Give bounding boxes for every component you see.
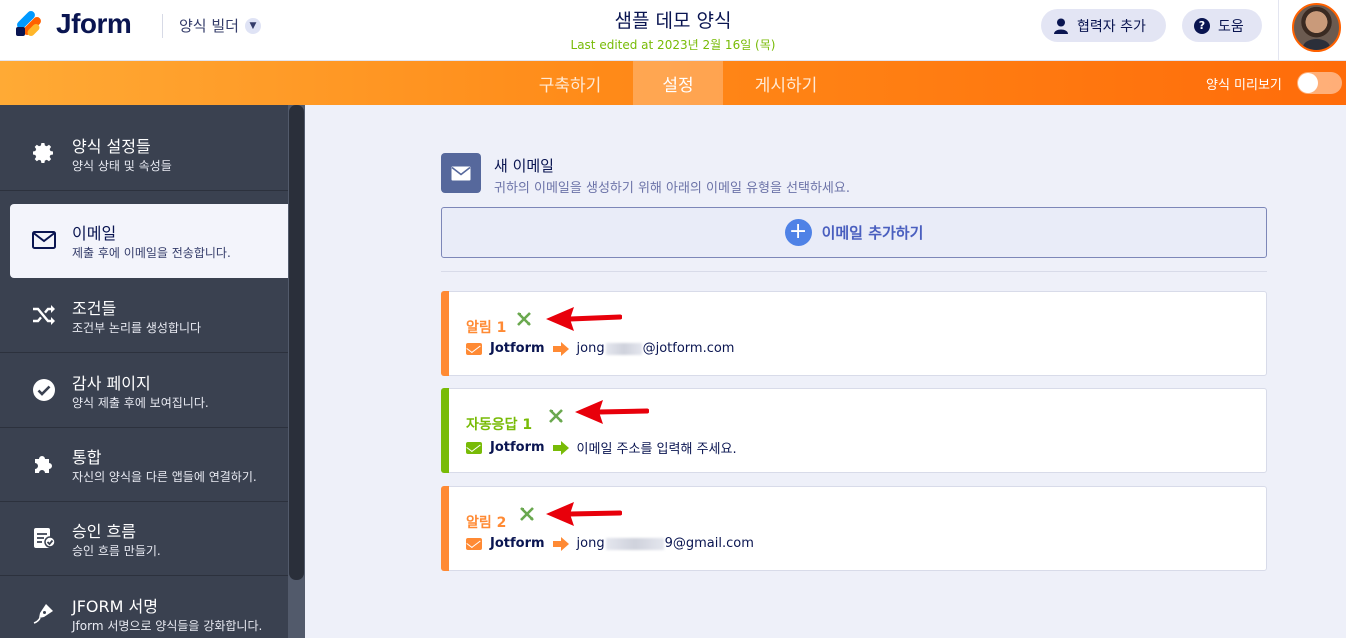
tools-icon[interactable] bbox=[549, 409, 563, 423]
add-email-label: 이메일 추가하기 bbox=[821, 224, 924, 242]
envelope-icon bbox=[466, 342, 482, 355]
plus-circle-icon: + bbox=[784, 219, 812, 246]
sidebar-scrollbar-thumb[interactable] bbox=[289, 105, 304, 580]
gear-icon bbox=[32, 141, 56, 165]
email-to: jong 9@gmail.com bbox=[576, 536, 754, 551]
help-label: 도움 bbox=[1218, 18, 1244, 35]
card-accent-bar bbox=[441, 388, 449, 473]
card-accent-bar bbox=[441, 486, 449, 571]
header-divider bbox=[1278, 0, 1279, 61]
envelope-icon bbox=[32, 228, 56, 252]
new-email-title: 새 이메일 bbox=[494, 157, 554, 175]
sidebar-item-subtitle: 양식 상태 및 속성들 bbox=[72, 159, 172, 173]
sidebar-item-title: 양식 설정들 bbox=[72, 137, 151, 156]
form-preview-label: 양식 미리보기 bbox=[1206, 78, 1282, 93]
sidebar-item-integrations[interactable]: 통합 자신의 양식을 다른 앱들에 연결하기. bbox=[0, 428, 288, 502]
arrow-right-icon bbox=[552, 341, 569, 356]
email-route-row: Jotform jong @jotform.com bbox=[466, 341, 734, 356]
sidebar-item-thank-you-page[interactable]: 감사 페이지 양식 제출 후에 보여집니다. bbox=[0, 354, 288, 428]
sidebar-item-jform-sign[interactable]: JFORM 서명 Jform 서명으로 양식들을 강화합니다. bbox=[0, 577, 288, 638]
user-avatar[interactable] bbox=[1292, 3, 1341, 52]
sidebar-item-title: 감사 페이지 bbox=[72, 374, 151, 393]
sidebar-item-conditions[interactable]: 조건들 조건부 논리를 생성합니다 bbox=[0, 279, 288, 353]
user-icon bbox=[1053, 18, 1069, 34]
sidebar-item-title: 조건들 bbox=[72, 299, 117, 318]
shuffle-icon bbox=[32, 303, 56, 327]
tools-icon[interactable] bbox=[517, 312, 531, 326]
new-email-description: 귀하의 이메일을 생성하기 위해 아래의 이메일 유형을 선택하세요. bbox=[494, 181, 850, 196]
email-to-placeholder: 이메일 주소를 입력해 주세요. bbox=[576, 442, 737, 457]
envelope-icon bbox=[466, 537, 482, 550]
arrow-right-icon bbox=[552, 440, 569, 455]
tools-icon[interactable] bbox=[520, 507, 534, 521]
tab-publish[interactable]: 게시하기 bbox=[736, 61, 836, 105]
sidebar-item-title: 통합 bbox=[72, 448, 102, 467]
sidebar-item-title: 이메일 bbox=[72, 224, 117, 243]
sidebar-item-title: JFORM 서명 bbox=[72, 597, 158, 616]
sidebar-item-subtitle: Jform 서명으로 양식들을 강화합니다. bbox=[72, 619, 263, 633]
top-bar: Jform 양식 빌더 ▼ 샘플 데모 양식 Last edited at 20… bbox=[0, 0, 1346, 61]
help-icon: ? bbox=[1194, 17, 1210, 34]
sidebar-item-emails[interactable]: 이메일 제출 후에 이메일을 전송합니다. bbox=[10, 204, 288, 278]
new-email-envelope-icon bbox=[441, 153, 481, 193]
add-collaborator-label: 협력자 추가 bbox=[1077, 18, 1146, 35]
annotation-arrow-icon bbox=[546, 502, 622, 526]
email-name: 알림 1 bbox=[466, 320, 507, 336]
envelope-icon bbox=[466, 441, 482, 454]
redacted-text bbox=[605, 537, 664, 550]
sidebar-item-title: 승인 흐름 bbox=[72, 522, 136, 541]
annotation-arrow-icon bbox=[546, 307, 622, 331]
tab-build[interactable]: 구축하기 bbox=[520, 61, 620, 105]
add-email-button[interactable]: + 이메일 추가하기 bbox=[441, 207, 1267, 258]
form-preview-toggle[interactable] bbox=[1297, 72, 1342, 94]
sidebar-item-form-settings[interactable]: 양식 설정들 양식 상태 및 속성들 bbox=[0, 117, 288, 191]
sidebar-item-subtitle: 자신의 양식을 다른 앱들에 연결하기. bbox=[72, 470, 257, 484]
pen-icon bbox=[32, 601, 56, 625]
sidebar-item-subtitle: 제출 후에 이메일을 전송합니다. bbox=[72, 246, 231, 260]
email-name: 자동응답 1 bbox=[466, 417, 533, 433]
section-divider bbox=[441, 271, 1267, 272]
card-accent-bar bbox=[441, 291, 449, 376]
help-button[interactable]: ? 도움 bbox=[1182, 9, 1262, 42]
sidebar-item-subtitle: 승인 흐름 만들기. bbox=[72, 544, 161, 558]
builder-nav-bar: 구축하기 설정 게시하기 양식 미리보기 bbox=[0, 61, 1346, 105]
redacted-text bbox=[605, 342, 642, 355]
add-collaborator-button[interactable]: 협력자 추가 bbox=[1041, 9, 1166, 42]
sidebar-item-approval-flows[interactable]: 승인 흐름 승인 흐름 만들기. bbox=[0, 502, 288, 576]
email-route-row: Jotform jong 9@gmail.com bbox=[466, 536, 754, 551]
puzzle-icon bbox=[32, 452, 56, 476]
arrow-right-icon bbox=[552, 536, 569, 551]
email-from: Jotform bbox=[490, 536, 545, 551]
email-route-row: Jotform 이메일 주소를 입력해 주세요. bbox=[466, 438, 737, 457]
tab-settings[interactable]: 설정 bbox=[633, 61, 723, 105]
email-from: Jotform bbox=[490, 440, 545, 455]
email-from: Jotform bbox=[490, 341, 545, 356]
email-to: jong @jotform.com bbox=[576, 341, 735, 356]
email-name: 알림 2 bbox=[466, 515, 507, 531]
sidebar-item-subtitle: 조건부 논리를 생성합니다 bbox=[72, 321, 202, 335]
approval-icon bbox=[32, 526, 56, 550]
toggle-knob bbox=[1298, 73, 1318, 93]
annotation-arrow-icon bbox=[575, 400, 649, 424]
settings-sidebar: 양식 설정들 양식 상태 및 속성들 이메일 제출 후에 이메일을 전송합니다.… bbox=[0, 105, 305, 638]
check-circle-icon bbox=[32, 378, 56, 402]
email-card-autoresponder-1[interactable]: 자동응답 1 Jotform 이메일 주소를 입력해 주세요. bbox=[441, 388, 1267, 473]
sidebar-item-subtitle: 양식 제출 후에 보여집니다. bbox=[72, 396, 209, 410]
